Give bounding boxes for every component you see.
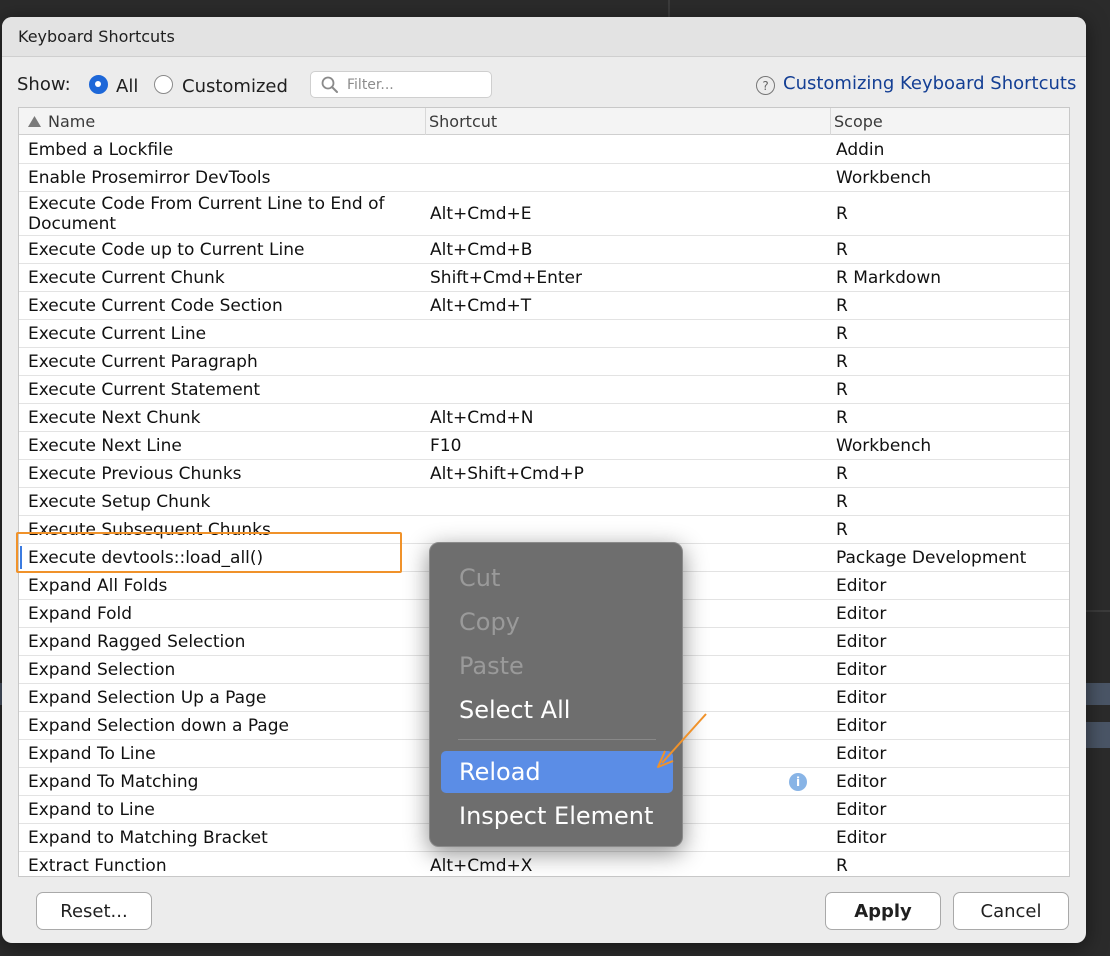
keyboard-shortcuts-dialog: Keyboard Shortcuts Show: All Customized … (2, 17, 1086, 943)
background-panel-strip (1086, 722, 1110, 748)
background-panel-edge (1086, 610, 1110, 612)
annotation-arrow-icon (657, 713, 707, 768)
background-panel-strip (1086, 683, 1110, 705)
cancel-button[interactable]: Cancel (953, 892, 1069, 930)
reset-button[interactable]: Reset... (36, 892, 152, 930)
background-divider (668, 0, 670, 17)
apply-button[interactable]: Apply (825, 892, 941, 930)
